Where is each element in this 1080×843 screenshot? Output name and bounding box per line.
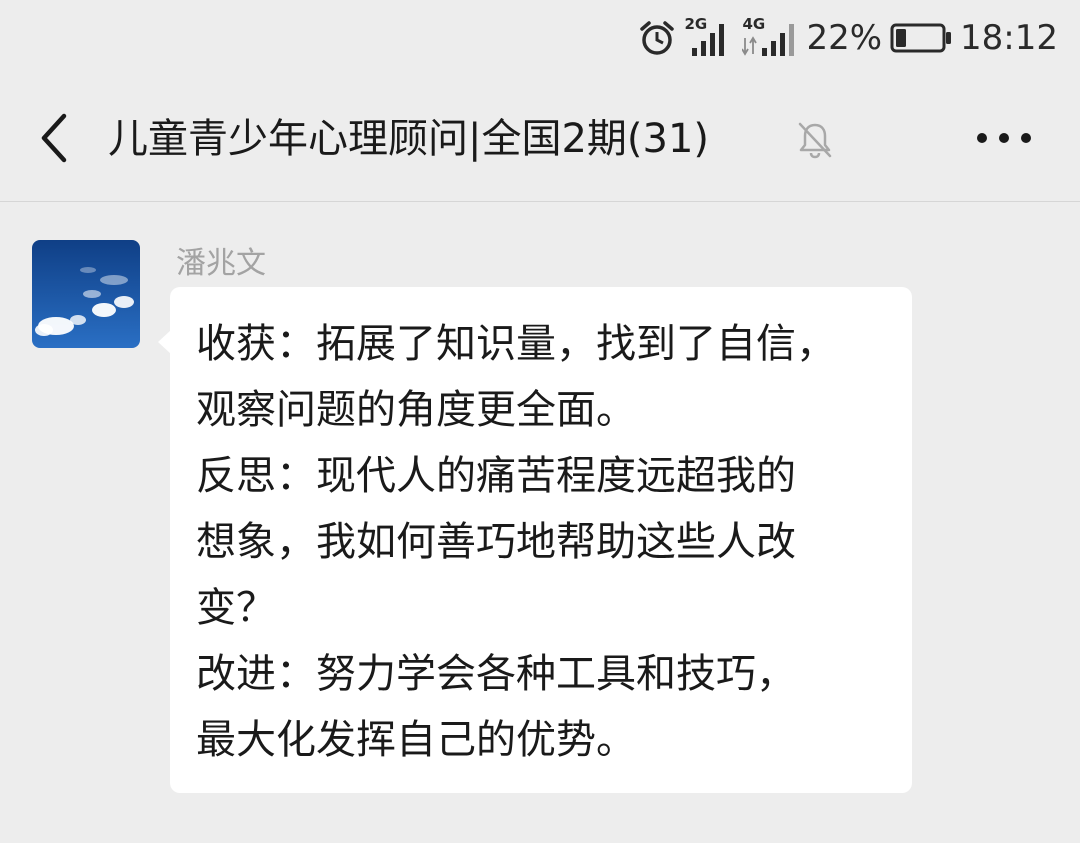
battery-icon [890, 22, 952, 54]
bell-muted-icon [796, 120, 834, 160]
message-bubble[interactable]: 收获：拓展了知识量，找到了自信， 观察问题的角度更全面。 反思：现代人的痛苦程度… [170, 287, 912, 793]
message-text: 收获：拓展了知识量，找到了自信， 观察问题的角度更全面。 反思：现代人的痛苦程度… [196, 311, 836, 773]
message-line: 收获：拓展了知识量，找到了自信， [196, 321, 836, 367]
message-line: 反思：现代人的痛苦程度远超我的 [196, 453, 796, 499]
signal-2g-icon: 2G [684, 16, 734, 58]
back-button[interactable] [30, 106, 82, 170]
status-bar: 2G 4G 22% 18:12 [0, 0, 1080, 76]
sky-clouds-avatar [32, 240, 140, 348]
more-options-button[interactable] [972, 120, 1036, 156]
header-divider [0, 201, 1080, 202]
chat-title: 儿童青少年心理顾问|全国2期(31) [108, 116, 710, 162]
more-dots-icon [972, 120, 1036, 156]
sender-name: 潘兆文 [176, 246, 266, 281]
signal-4g-icon: 4G [742, 16, 798, 58]
chevron-left-icon [30, 106, 82, 170]
message-line: 想象，我如何善巧地帮助这些人改 [196, 519, 796, 565]
message-line: 观察问题的角度更全面。 [196, 387, 636, 433]
message-line: 改进：努力学会各种工具和技巧， [196, 651, 796, 697]
battery-percent: 22% [806, 18, 883, 58]
avatar[interactable] [32, 240, 140, 348]
chat-header: 儿童青少年心理顾问|全国2期(31) [0, 76, 1080, 202]
clock-time: 18:12 [960, 18, 1058, 58]
message-line: 最大化发挥自己的优势。 [196, 717, 636, 763]
alarm-clock-icon [638, 19, 676, 57]
status-icons: 2G 4G 22% 18:12 [638, 14, 1058, 62]
message-line: 变？ [196, 585, 276, 631]
